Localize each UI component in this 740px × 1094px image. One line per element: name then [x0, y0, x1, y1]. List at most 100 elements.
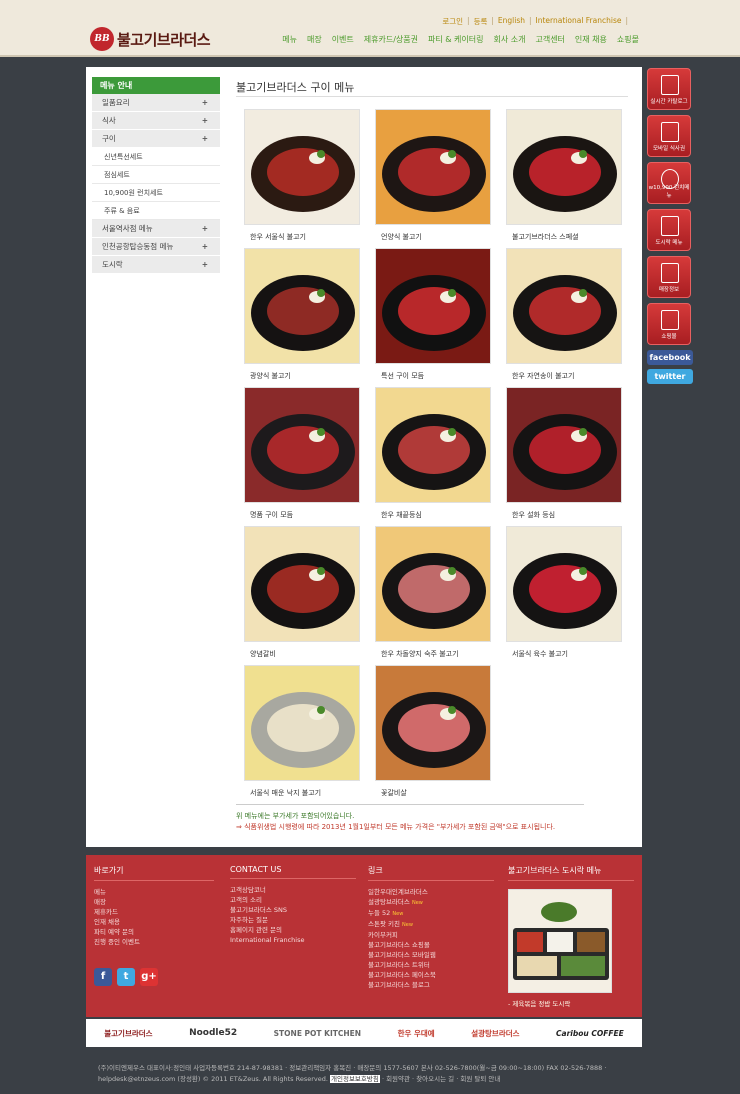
- nav-shop[interactable]: 쇼핑몰: [617, 34, 639, 45]
- menu-card[interactable]: 한우 자연송이 불고기: [506, 248, 622, 381]
- sidebar-item-seoul-station[interactable]: 서울역사점 메뉴 +: [92, 220, 220, 238]
- sidebar-item-grill[interactable]: 구이 +: [92, 130, 220, 148]
- twitter-icon[interactable]: t: [117, 968, 135, 986]
- partner-noodle52[interactable]: Noodle52: [189, 1028, 237, 1038]
- footer-link[interactable]: 자주하는 질문: [230, 915, 356, 925]
- nav-support[interactable]: 고객센터: [535, 34, 564, 45]
- footer-link[interactable]: 일한우대인계브라더스: [368, 887, 494, 897]
- quick-shop-button[interactable]: 쇼핑몰: [647, 303, 691, 345]
- partner-bulgogi-brothers[interactable]: 불고기브라더스: [104, 1028, 152, 1039]
- sidebar-sub-lunch[interactable]: 점심세트: [92, 166, 220, 184]
- footer-policy-links[interactable]: · 회원약관 · 찾아오시는 길 · 회원 탈퇴 안내: [382, 1075, 500, 1083]
- menu-photo[interactable]: [244, 387, 360, 503]
- nav-party[interactable]: 파티 & 케이터링: [428, 34, 483, 45]
- nav-company[interactable]: 회사 소개: [493, 34, 525, 45]
- facebook-icon[interactable]: f: [94, 968, 112, 986]
- quick-store-button[interactable]: 매장정보: [647, 256, 691, 298]
- footer-link[interactable]: 인재 채용: [94, 917, 214, 927]
- nav-menu[interactable]: 메뉴: [282, 34, 297, 45]
- menu-card[interactable]: 한우 차돌양지 숙주 불고기: [375, 526, 491, 659]
- partner-seolleongtang[interactable]: 설광탕브라더스: [471, 1028, 519, 1039]
- sidebar-sub-newyear[interactable]: 신년특선세트: [92, 148, 220, 166]
- menu-caption[interactable]: 한우 서울식 불고기: [244, 232, 360, 242]
- footer-link[interactable]: 설광탕브라더스 New: [368, 897, 494, 908]
- footer-link[interactable]: 고객의 소리: [230, 895, 356, 905]
- nav-stores[interactable]: 매장: [307, 34, 322, 45]
- sidebar-sub-lunchset[interactable]: 10,900원 런치세트: [92, 184, 220, 202]
- menu-photo[interactable]: [244, 665, 360, 781]
- footer-link[interactable]: 불고기브라더스 트위터: [368, 960, 494, 970]
- menu-photo[interactable]: [506, 248, 622, 364]
- google-plus-icon[interactable]: g+: [140, 968, 158, 986]
- menu-card[interactable]: 언양식 불고기: [375, 109, 491, 242]
- quick-catalog-button[interactable]: 실시간 카탈로그: [647, 68, 691, 110]
- menu-caption[interactable]: 한우 채끝등심: [375, 510, 491, 520]
- footer-link[interactable]: 스톤팟 키친 New: [368, 919, 494, 930]
- footer-link[interactable]: 파티 예약 문의: [94, 927, 214, 937]
- nav-events[interactable]: 이벤트: [332, 34, 354, 45]
- quick-lunch-button[interactable]: w10,900 런치메뉴: [647, 162, 691, 204]
- menu-photo[interactable]: [506, 526, 622, 642]
- menu-card[interactable]: 한우 설화 등심: [506, 387, 622, 520]
- partner-caribou[interactable]: Caribou COFFEE: [556, 1029, 624, 1038]
- footer-link[interactable]: International Franchise: [230, 935, 356, 945]
- menu-card[interactable]: 한우 서울식 불고기: [244, 109, 360, 242]
- sidebar-item-dishes[interactable]: 일품요리 +: [92, 94, 220, 112]
- menu-caption[interactable]: 명품 구이 모듬: [244, 510, 360, 520]
- footer-link[interactable]: 불고기브라더스 블로그: [368, 980, 494, 990]
- menu-card[interactable]: 서울식 육수 불고기: [506, 526, 622, 659]
- menu-caption[interactable]: 불고기브라더스 스페셜: [506, 232, 622, 242]
- menu-card[interactable]: 특선 구이 모듬: [375, 248, 491, 381]
- menu-card[interactable]: 불고기브라더스 스페셜: [506, 109, 622, 242]
- footer-link[interactable]: 불고기브라더스 쇼핑몰: [368, 940, 494, 950]
- sidebar-item-meals[interactable]: 식사 +: [92, 112, 220, 130]
- menu-card[interactable]: 한우 채끝등심: [375, 387, 491, 520]
- menu-caption[interactable]: 언양식 불고기: [375, 232, 491, 242]
- menu-photo[interactable]: [375, 109, 491, 225]
- menu-photo[interactable]: [375, 526, 491, 642]
- util-franchise[interactable]: International Franchise: [536, 16, 622, 27]
- quick-mobile-ticket-button[interactable]: 모바일 식사권: [647, 115, 691, 157]
- menu-caption[interactable]: 꽃갈비살: [375, 788, 491, 798]
- quick-lunchbox-button[interactable]: 도시락 메뉴: [647, 209, 691, 251]
- menu-card[interactable]: 양념갈비: [244, 526, 360, 659]
- footer-link[interactable]: 불고기브라더스 모바일웹: [368, 950, 494, 960]
- footer-link[interactable]: 진행 중인 이벤트: [94, 937, 214, 947]
- lunchbox-photo[interactable]: [508, 889, 612, 993]
- footer-link[interactable]: 불고기브라더스 페이스북: [368, 970, 494, 980]
- footer-link[interactable]: 누들 52 New: [368, 908, 494, 919]
- menu-photo[interactable]: [506, 109, 622, 225]
- sidebar-sub-drinks[interactable]: 주류 & 음료: [92, 202, 220, 220]
- menu-card[interactable]: 꽃갈비살: [375, 665, 491, 798]
- menu-photo[interactable]: [375, 387, 491, 503]
- footer-link[interactable]: 고객상담코너: [230, 885, 356, 895]
- menu-card[interactable]: 명품 구이 모듬: [244, 387, 360, 520]
- util-english[interactable]: English: [498, 16, 525, 27]
- nav-careers[interactable]: 인재 채용: [575, 34, 607, 45]
- sidebar-item-lunchbox[interactable]: 도시락 +: [92, 256, 220, 274]
- util-login[interactable]: 로그인: [442, 16, 463, 27]
- footer-link[interactable]: 불고기브라더스 SNS: [230, 905, 356, 915]
- menu-caption[interactable]: 광양식 불고기: [244, 371, 360, 381]
- privacy-policy-link[interactable]: 개인정보보호방침: [330, 1075, 380, 1083]
- footer-link[interactable]: 제휴카드: [94, 907, 214, 917]
- menu-caption[interactable]: 서울식 육수 불고기: [506, 649, 622, 659]
- menu-caption[interactable]: 서울식 매운 낙지 불고기: [244, 788, 360, 798]
- menu-photo[interactable]: [375, 665, 491, 781]
- twitter-button[interactable]: twitter: [647, 369, 693, 384]
- footer-link[interactable]: 매장: [94, 897, 214, 907]
- menu-photo[interactable]: [244, 248, 360, 364]
- facebook-button[interactable]: facebook: [647, 350, 693, 365]
- menu-card[interactable]: 서울식 매운 낙지 불고기: [244, 665, 360, 798]
- menu-photo[interactable]: [506, 387, 622, 503]
- menu-caption[interactable]: 한우 차돌양지 숙주 불고기: [375, 649, 491, 659]
- menu-photo[interactable]: [244, 526, 360, 642]
- footer-link[interactable]: 홈페이지 관련 문의: [230, 925, 356, 935]
- partner-hanwoo[interactable]: 한우 우대예: [398, 1028, 435, 1039]
- sidebar-item-incheon[interactable]: 인천공항탑승동점 메뉴 +: [92, 238, 220, 256]
- menu-photo[interactable]: [375, 248, 491, 364]
- menu-caption[interactable]: 한우 설화 등심: [506, 510, 622, 520]
- menu-caption[interactable]: 특선 구이 모듬: [375, 371, 491, 381]
- partner-stonepot[interactable]: STONE POT KITCHEN: [274, 1029, 361, 1038]
- menu-caption[interactable]: 양념갈비: [244, 649, 360, 659]
